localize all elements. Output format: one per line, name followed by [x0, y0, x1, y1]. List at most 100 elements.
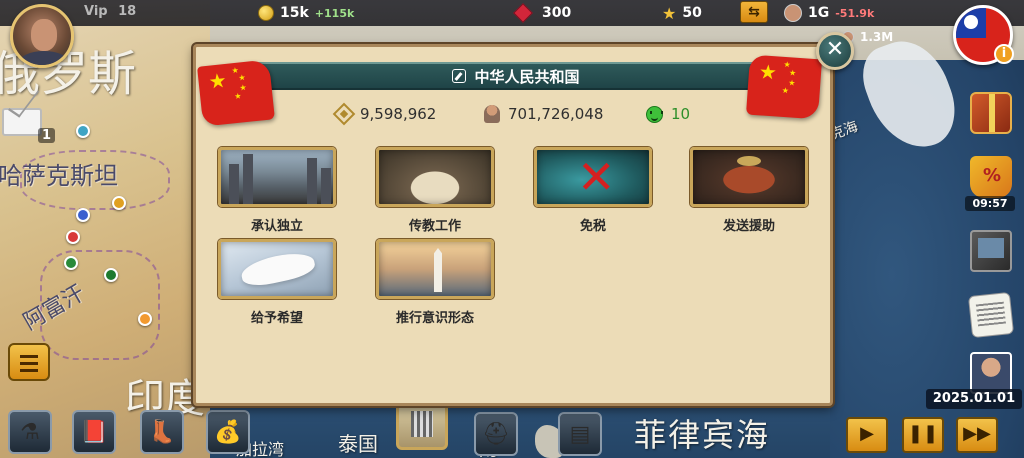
- player-avatar[interactable]: [10, 4, 74, 68]
- leader-icon: [784, 4, 802, 22]
- population-icon: [484, 105, 500, 123]
- resources-button[interactable]: ▤: [558, 412, 602, 456]
- gold-income: +115k: [314, 6, 355, 20]
- newspaper-icon[interactable]: [967, 291, 1015, 339]
- star-resource[interactable]: ★ 50: [662, 3, 702, 23]
- map-label-kazakhstan: 哈萨克斯坦: [0, 162, 118, 190]
- country-name: 中华人民共和国: [474, 67, 580, 86]
- map-marker[interactable]: [64, 256, 78, 270]
- vip-level-number: 18: [118, 4, 137, 19]
- influence-change: -51.9k: [835, 6, 875, 20]
- menu-button[interactable]: [8, 343, 50, 381]
- swap-button[interactable]: ⇆: [740, 1, 768, 23]
- star-amount: 50: [682, 5, 702, 21]
- close-button[interactable]: ✕: [816, 32, 854, 70]
- flag-star-icon: ★: [237, 72, 247, 83]
- flag-star-icon: ★: [788, 68, 797, 78]
- dove-icon: [239, 248, 317, 290]
- action-label: 承认独立: [250, 219, 303, 234]
- play-icon: ▶: [860, 423, 874, 444]
- military-button[interactable]: ⛑: [474, 412, 518, 456]
- map-marker[interactable]: [76, 208, 90, 222]
- dove-image: [218, 239, 336, 299]
- play-button[interactable]: ▶: [846, 417, 888, 453]
- map-label-philippine-sea: 菲律宾海: [634, 416, 771, 454]
- happiness-icon: [646, 105, 663, 123]
- flag-sun: [964, 15, 978, 29]
- action-recognize-independence[interactable]: 承认独立: [218, 147, 336, 234]
- city-crowd-image: [218, 147, 336, 207]
- mail-icon[interactable]: [2, 108, 42, 136]
- sale-tag-icon[interactable]: %: [970, 156, 1012, 198]
- action-label: 免税: [579, 219, 606, 234]
- stack-icon: ▤: [569, 422, 591, 447]
- map-marker[interactable]: [112, 196, 126, 210]
- boot-icon: 👢: [148, 420, 176, 445]
- area-value: 9,598,962: [360, 105, 437, 123]
- menu-icon-line: [20, 369, 38, 372]
- action-label: 给予希望: [250, 311, 303, 326]
- map-marker[interactable]: [66, 230, 80, 244]
- info-icon[interactable]: i: [994, 44, 1014, 64]
- fast-forward-button[interactable]: ▶▶: [956, 417, 998, 453]
- influence-resource[interactable]: 1G -51.9k: [784, 3, 874, 23]
- map-label-thailand: 泰国: [338, 432, 378, 456]
- map-marker[interactable]: [104, 268, 118, 282]
- advisor-icon[interactable]: [970, 352, 1012, 394]
- gold-resource[interactable]: 15k +115k: [258, 3, 354, 23]
- flag-star-icon: ★: [233, 91, 242, 102]
- gem-resource[interactable]: 300: [513, 3, 572, 23]
- flag-star-icon: ★: [758, 59, 778, 85]
- fast-forward-icon: ▶▶: [963, 423, 991, 444]
- country-dialog: 中华人民共和国 ★ ★ ★ ★ ★ ★ ★ ★ ★ ★ 9,598,962 70…: [193, 44, 833, 406]
- gift-icon[interactable]: [970, 92, 1012, 134]
- dialog-header: 中华人民共和国: [256, 62, 776, 90]
- edit-icon[interactable]: [452, 69, 467, 83]
- happiness-value: 10: [671, 105, 691, 123]
- tv-icon[interactable]: [970, 230, 1012, 272]
- top-bar: Vip 18 15k +115k 300 ★ 50 ⇆ 1G -51.9k: [0, 0, 1024, 26]
- vip-level: Vip 18: [84, 4, 136, 19]
- book-icon: 📕: [80, 420, 108, 445]
- army-amount: 1.3M: [860, 30, 894, 44]
- treasury-button[interactable]: 💰: [206, 410, 250, 454]
- map-marker[interactable]: [76, 124, 90, 138]
- pause-icon: ❚❚: [907, 423, 939, 444]
- open-book-image: [376, 147, 494, 207]
- menu-icon: [20, 355, 38, 358]
- pause-button[interactable]: ❚❚: [902, 417, 944, 453]
- action-missionary-work[interactable]: 传教工作: [376, 147, 494, 234]
- research-button[interactable]: ⚗: [8, 410, 52, 454]
- action-label: 推行意识形态: [395, 311, 474, 326]
- action-label: 传教工作: [408, 219, 461, 234]
- action-tax-exemption[interactable]: ✕ 免税: [534, 147, 652, 234]
- action-promote-ideology[interactable]: 推行意识形态: [376, 239, 494, 326]
- close-icon: ✕: [825, 37, 845, 62]
- bow-icon: [737, 156, 761, 166]
- gold-amount: 15k: [280, 5, 309, 21]
- area-icon: [332, 102, 356, 126]
- flag-star-icon: ★: [207, 67, 228, 94]
- happiness-stat: 10: [646, 105, 690, 123]
- swap-icon: ⇆: [748, 4, 760, 20]
- mail-count-badge: 1: [38, 128, 56, 143]
- influence-amount: 1G: [808, 5, 830, 21]
- obelisk-icon: [434, 248, 442, 292]
- monument-image: [376, 239, 494, 299]
- treasure-icon: 💰: [214, 420, 242, 445]
- aid-box-image: [690, 147, 808, 207]
- area-stat: 9,598,962: [332, 102, 437, 126]
- map-marker[interactable]: [138, 312, 152, 326]
- cross-icon: ✕: [577, 150, 616, 204]
- population-value: 701,726,048: [508, 105, 604, 123]
- flask-icon: ⚗: [20, 420, 40, 445]
- calculator-image: ✕: [534, 147, 652, 207]
- country-stats: 9,598,962 701,726,048 10: [196, 102, 836, 129]
- army-button[interactable]: 👢: [140, 410, 184, 454]
- helmet-icon: ⛑: [482, 422, 510, 447]
- action-send-aid[interactable]: 发送援助: [690, 147, 808, 234]
- action-give-hope[interactable]: 给予希望: [218, 239, 336, 326]
- laws-button[interactable]: 📕: [72, 410, 116, 454]
- gem-icon: [513, 3, 533, 23]
- gem-amount: 300: [542, 5, 572, 21]
